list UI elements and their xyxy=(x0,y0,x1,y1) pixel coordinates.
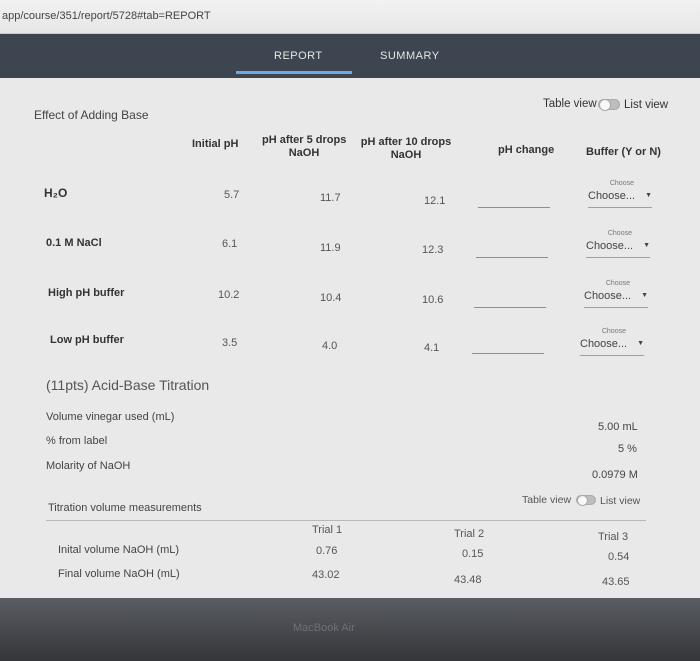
trial-value: 43.65 xyxy=(602,576,630,588)
initial-ph-value: 5.7 xyxy=(224,189,240,201)
ph-5-drops-value: 10.4 xyxy=(320,292,342,304)
header-ph-5-line1: pH after 5 drops xyxy=(262,134,347,146)
list-view-label[interactable]: List view xyxy=(600,495,640,507)
select-placeholder: Choose xyxy=(609,180,634,187)
header-initial-ph: Initial pH xyxy=(192,138,239,150)
divider xyxy=(46,520,646,521)
laptop-bezel: MacBook Air xyxy=(0,598,700,661)
select-placeholder: Choose xyxy=(601,328,626,335)
select-placeholder: Choose xyxy=(607,230,632,237)
trial-header: Trial 3 xyxy=(598,531,629,543)
measurements-title: Titration volume measurements xyxy=(48,502,202,514)
field-label: % from label xyxy=(46,435,108,447)
select-underline xyxy=(588,207,652,208)
view-toggle-switch[interactable] xyxy=(598,99,620,111)
row-label: 0.1 M NaCl xyxy=(46,237,102,249)
trial-value: 0.15 xyxy=(462,548,484,560)
select-underline xyxy=(584,307,648,308)
section-title-base: Effect of Adding Base xyxy=(34,108,149,122)
header-ph-10-line2: NaOH xyxy=(390,149,422,161)
row-label: High pH buffer xyxy=(48,287,125,299)
field-value: 0.0979 M xyxy=(592,469,638,481)
ph-change-input[interactable] xyxy=(476,244,548,258)
buffer-select[interactable]: Choose Choose... ▼ xyxy=(588,180,652,210)
active-tab-indicator xyxy=(236,71,352,74)
ph-10-drops-value: 12.3 xyxy=(422,244,444,256)
ph-5-drops-value: 11.9 xyxy=(320,242,341,254)
buffer-select[interactable]: Choose Choose... ▼ xyxy=(586,230,650,260)
list-view-label[interactable]: List view xyxy=(624,99,668,111)
select-underline xyxy=(580,355,644,356)
view-toggle-switch[interactable] xyxy=(576,495,596,506)
trial-header: Trial 1 xyxy=(312,524,343,536)
select-placeholder: Choose xyxy=(605,280,630,287)
header-buffer: Buffer (Y or N) xyxy=(586,146,661,158)
header-ph-change: pH change xyxy=(498,144,555,156)
ph-5-drops-value: 4.0 xyxy=(322,340,338,352)
dropdown-arrow-icon: ▼ xyxy=(645,192,652,199)
trial-value: 43.48 xyxy=(454,574,482,586)
ph-change-input[interactable] xyxy=(474,294,546,308)
field-label: Molarity of NaOH xyxy=(46,460,131,472)
header-ph-5-line2: NaOH xyxy=(288,147,320,159)
header-ph-5-drops: pH after 5 drops NaOH xyxy=(262,134,346,160)
ph-10-drops-value: 12.1 xyxy=(424,195,446,207)
table-view-label[interactable]: Table view xyxy=(543,98,597,110)
laptop-brand-label: MacBook Air xyxy=(293,622,355,634)
buffer-select[interactable]: Choose Choose... ▼ xyxy=(584,280,648,310)
tab-summary[interactable]: SUMMARY xyxy=(380,50,440,62)
row-label: Inital volume NaOH (mL) xyxy=(58,544,180,556)
url-text[interactable]: app/course/351/report/5728#tab=REPORT xyxy=(2,10,211,22)
dropdown-arrow-icon: ▼ xyxy=(637,340,644,347)
trial-value: 43.02 xyxy=(312,569,340,581)
trial-value: 0.76 xyxy=(316,545,338,557)
table-view-label[interactable]: Table view xyxy=(522,494,571,506)
select-value: Choose... xyxy=(580,338,628,350)
select-value: Choose... xyxy=(584,290,632,302)
field-label: Volume vinegar used (mL) xyxy=(46,411,175,423)
field-value: 5 % xyxy=(618,443,637,455)
tab-report[interactable]: REPORT xyxy=(274,50,323,62)
report-content: Effect of Adding Base Table view List vi… xyxy=(0,78,700,598)
dropdown-arrow-icon: ▼ xyxy=(641,292,648,299)
ph-10-drops-value: 10.6 xyxy=(422,294,444,306)
toggle-knob xyxy=(577,495,588,506)
ph-5-drops-value: 11.7 xyxy=(320,192,341,204)
select-underline xyxy=(586,257,650,258)
row-label: Low pH buffer xyxy=(50,334,124,346)
ph-change-input[interactable] xyxy=(472,340,544,354)
ph-change-input[interactable] xyxy=(478,194,550,208)
initial-ph-value: 10.2 xyxy=(218,289,240,301)
header-ph-10-drops: pH after 10 drops NaOH xyxy=(360,136,452,162)
titration-title: (11pts) Acid-Base Titration xyxy=(46,377,210,393)
initial-ph-value: 3.5 xyxy=(222,337,238,349)
toggle-knob xyxy=(599,99,611,111)
dropdown-arrow-icon: ▼ xyxy=(643,242,650,249)
row-label: Final volume NaOH (mL) xyxy=(58,568,180,580)
initial-ph-value: 6.1 xyxy=(222,238,238,250)
select-value: Choose... xyxy=(586,240,634,252)
trial-header: Trial 2 xyxy=(454,528,485,540)
header-ph-10-line1: pH after 10 drops xyxy=(360,136,452,148)
buffer-select[interactable]: Choose Choose... ▼ xyxy=(580,328,644,358)
trial-value: 0.54 xyxy=(608,551,630,563)
row-label: H₂O xyxy=(44,186,68,200)
select-value: Choose... xyxy=(588,190,636,202)
browser-address-bar[interactable]: app/course/351/report/5728#tab=REPORT xyxy=(0,0,700,34)
field-value: 5.00 mL xyxy=(598,421,638,433)
ph-10-drops-value: 4.1 xyxy=(424,342,440,354)
